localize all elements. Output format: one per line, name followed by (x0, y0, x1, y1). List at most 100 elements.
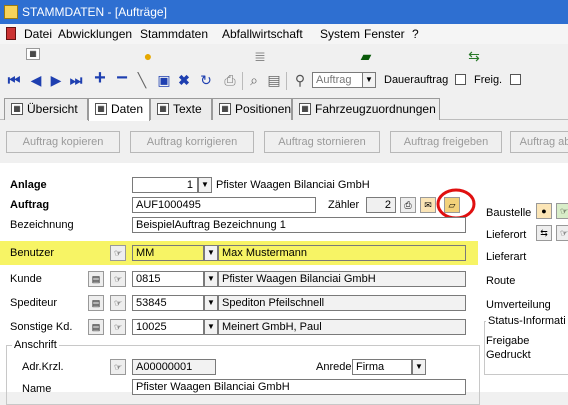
binoculars-icon[interactable]: ⌕ (246, 72, 262, 88)
sonstige-name-field: Meinert GmbH, Paul (218, 319, 466, 335)
lookup-icon[interactable]: ☞ (556, 225, 568, 241)
dauerauftrag-checkbox[interactable] (455, 74, 466, 85)
release-order-button[interactable]: Auftrag freigeben (390, 131, 502, 153)
anlage-name: Pfister Waagen Bilanciai GmbH (216, 179, 370, 191)
benutzer-name-field: Max Mustermann (218, 245, 466, 261)
freigabe-label: Freigabe (486, 335, 530, 347)
grid-icon: ▦ (219, 103, 231, 115)
remove-icon[interactable]: − (114, 68, 130, 88)
menu-abfallwirtschaft[interactable]: Abfallwirtschaft (222, 27, 303, 41)
document-icon[interactable] (6, 27, 16, 40)
menu-bar: Datei Abwicklungen Stammdaten Abfallwirt… (0, 24, 568, 44)
address-card-icon[interactable]: ▤ (88, 271, 104, 287)
lookup-icon[interactable]: ☞ (110, 295, 126, 311)
sonstige-label: Sonstige Kd. (10, 321, 73, 333)
menu-system[interactable]: System (320, 27, 360, 41)
search-icon[interactable]: ⚲ (292, 72, 308, 88)
save-icon[interactable]: ▣ (156, 72, 172, 88)
adr-krzl-label: Adr.Krzl. (22, 361, 64, 373)
next-record-icon[interactable]: ▶ (48, 72, 64, 88)
order-more-button[interactable]: Auftrag ab (510, 131, 568, 153)
anlage-number-field[interactable]: 1 (132, 177, 198, 193)
toolbar-separator (286, 72, 287, 90)
grid-icon: ▦ (11, 103, 23, 115)
tab-positionen[interactable]: ▦ Positionen (212, 98, 292, 120)
spediteur-code-field[interactable]: 53845 (132, 295, 204, 311)
tab-label: Übersicht (27, 102, 78, 116)
tab-texte[interactable]: ▦ Texte (150, 98, 212, 120)
refresh-icon[interactable]: ↻ (198, 72, 214, 88)
order-form: Anlage 1 ▼ Pfister Waagen Bilanciai GmbH… (0, 163, 568, 405)
search-type-select[interactable]: Auftrag (312, 72, 364, 88)
previous-record-icon[interactable]: ◀ (28, 72, 44, 88)
chevron-down-icon[interactable]: ▼ (412, 359, 426, 375)
route-label: Route (486, 275, 516, 287)
name-field[interactable]: Pfister Waagen Bilanciai GmbH (132, 379, 466, 395)
name-label: Name (22, 383, 52, 395)
sonstige-code-field[interactable]: 10025 (132, 319, 204, 335)
auftrag-field[interactable]: AUF1000495 (132, 197, 316, 213)
anschrift-group-label: Anschrift (12, 339, 59, 351)
truck-icon[interactable]: ▰ (358, 48, 374, 64)
anrede-label: Anrede (316, 361, 352, 373)
lookup-icon[interactable]: ☞ (110, 359, 126, 375)
benutzer-code-field[interactable]: MM (132, 245, 204, 261)
bell-icon[interactable]: ● (140, 48, 156, 64)
anrede-select[interactable]: Firma (352, 359, 412, 375)
menu-abwicklungen[interactable]: Abwicklungen (58, 27, 132, 41)
status-group-label: Status-Informati (486, 315, 568, 327)
address-card-icon[interactable]: ▤ (88, 319, 104, 335)
freig-checkbox[interactable] (510, 74, 521, 85)
spediteur-name-field: Spediton Pfeilschnell (218, 295, 466, 311)
chevron-down-icon[interactable]: ▼ (198, 177, 212, 193)
print-icon[interactable]: ⎙ (400, 197, 416, 213)
add-icon[interactable]: + (92, 68, 108, 88)
cancel-icon[interactable]: ✖ (176, 72, 192, 88)
lookup-icon[interactable]: ☞ (556, 203, 568, 219)
chevron-down-icon[interactable]: ▼ (204, 295, 218, 311)
first-record-icon[interactable]: ⏮ (6, 72, 22, 88)
list-icon[interactable]: ≣ (252, 48, 268, 64)
zaehler-label: Zähler (328, 199, 360, 211)
chevron-down-icon[interactable]: ▼ (204, 271, 218, 287)
filter-icon[interactable]: ▤ (266, 72, 282, 88)
tab-label: Daten (111, 102, 144, 116)
copy-order-button[interactable]: Auftrag kopieren (6, 131, 120, 153)
spediteur-label: Spediteur (10, 297, 58, 309)
chevron-down-icon[interactable]: ▼ (362, 72, 376, 88)
bezeichnung-field[interactable]: BeispielAuftrag Bezeichnung 1 (132, 217, 466, 233)
bell-icon[interactable]: ● (536, 203, 552, 219)
zaehler-field: 2 (366, 197, 396, 213)
adr-krzl-field: A00000001 (132, 359, 216, 375)
calculator-icon[interactable]: ▦ (26, 48, 40, 60)
chevron-down-icon[interactable]: ▼ (204, 245, 218, 261)
cancel-order-button[interactable]: Auftrag stornieren (264, 131, 380, 153)
lookup-icon[interactable]: ☞ (110, 319, 126, 335)
transfer-icon[interactable]: ⇆ (466, 48, 482, 64)
print-icon[interactable]: ⎙ (222, 72, 238, 88)
toolbar-separator (242, 72, 243, 90)
menu-datei[interactable]: Datei (24, 27, 52, 41)
kunde-code-field[interactable]: 0815 (132, 271, 204, 287)
tab-label: Texte (173, 102, 202, 116)
menu-help[interactable]: ? (412, 27, 419, 41)
transfer-icon[interactable]: ⇆ (536, 225, 552, 241)
lookup-icon[interactable]: ☞ (110, 271, 126, 287)
lookup-icon[interactable]: ☞ (110, 245, 126, 261)
address-card-icon[interactable]: ▤ (88, 295, 104, 311)
lieferort-label: Lieferort (486, 229, 527, 241)
tab-daten[interactable]: ▦ Daten (88, 98, 150, 121)
correct-order-button[interactable]: Auftrag korrigieren (130, 131, 254, 153)
menu-stammdaten[interactable]: Stammdaten (140, 27, 208, 41)
umverteilung-label: Umverteilung (486, 299, 551, 311)
last-record-icon[interactable]: ⏭ (68, 72, 84, 88)
menu-fenster[interactable]: Fenster (364, 27, 405, 41)
dauerauftrag-label: Dauerauftrag (384, 74, 449, 86)
anlage-label: Anlage (10, 179, 47, 191)
edit-icon[interactable]: ╲ (134, 72, 150, 88)
tab-uebersicht[interactable]: ▦ Übersicht (4, 98, 88, 120)
chevron-down-icon[interactable]: ▼ (204, 319, 218, 335)
red-circle-annotation (436, 188, 476, 220)
grid-icon: ▦ (95, 103, 107, 115)
tab-fahrzeugzuordnungen[interactable]: ▦ Fahrzeugzuordnungen (292, 98, 440, 120)
